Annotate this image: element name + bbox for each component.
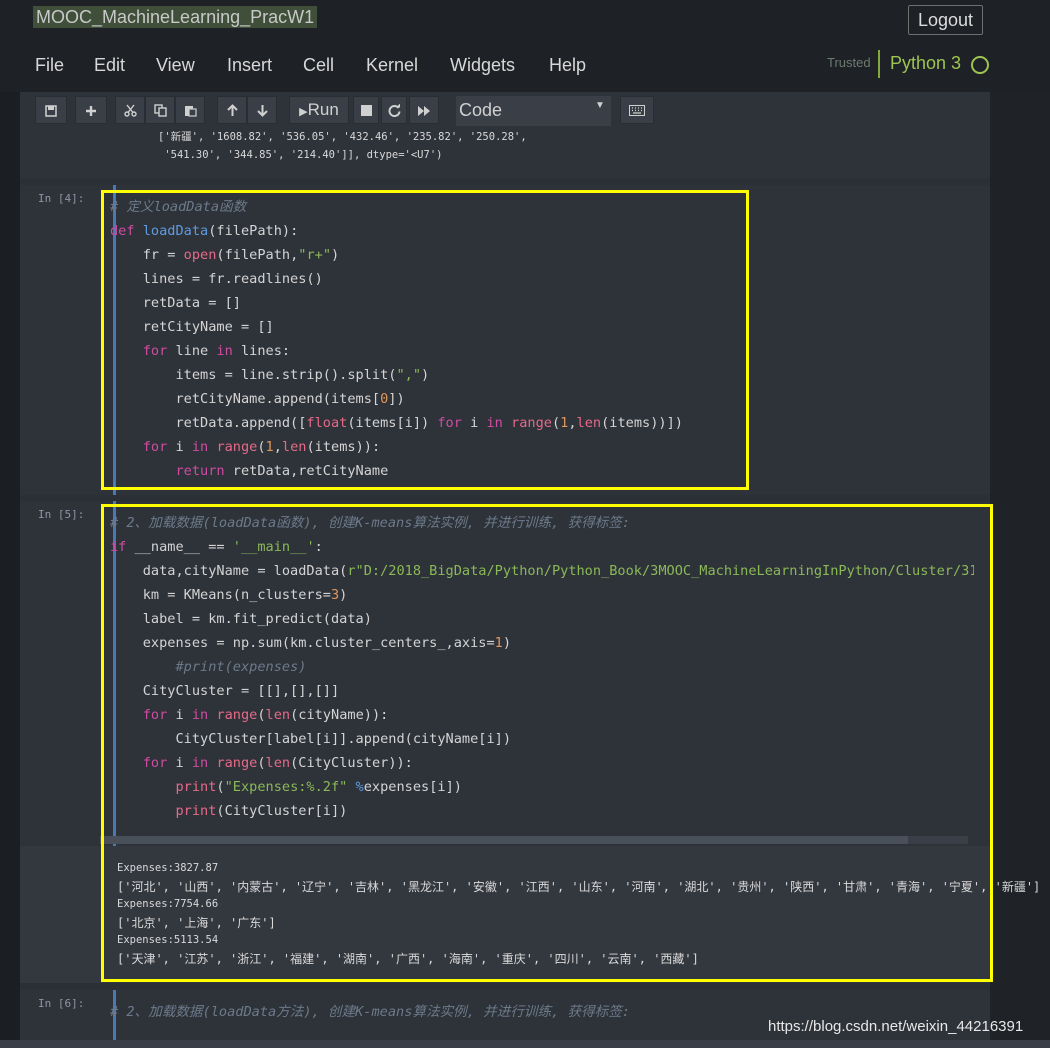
bottom-bar [0, 1040, 1050, 1048]
restart-run-all-button[interactable] [409, 96, 439, 124]
insert-cell-button[interactable] [75, 96, 107, 124]
watermark-url: https://blog.csdn.net/weixin_44216391 [768, 1018, 1024, 1035]
restart-icon [388, 103, 400, 118]
copy-icon [153, 104, 167, 117]
cell-prompt: In [6]: [38, 997, 85, 1010]
kernel-name[interactable]: Python 3 [890, 53, 961, 74]
command-palette-button[interactable] [620, 96, 654, 124]
cell-prompt: In [4]: [38, 192, 85, 205]
menu-view[interactable]: View [156, 55, 195, 76]
run-button[interactable]: ▶Run [289, 96, 349, 124]
kernel-separator [878, 50, 880, 78]
move-up-icon [226, 104, 238, 116]
restart-button[interactable] [381, 96, 407, 124]
interrupt-button[interactable] [353, 96, 379, 124]
stop-icon [360, 105, 372, 116]
previous-output-line-1: ['新疆', '1608.82', '536.05', '432.46', '2… [158, 131, 527, 143]
previous-output-line-2: '541.30', '344.85', '214.40']], dtype='<… [158, 149, 443, 161]
keyboard-icon [629, 105, 645, 116]
menu-help[interactable]: Help [549, 55, 586, 76]
menu-file[interactable]: File [35, 55, 64, 76]
copy-button[interactable] [145, 96, 175, 124]
highlight-box-cell-5 [101, 504, 993, 982]
cell-prompt: In [5]: [38, 508, 85, 521]
cell-type-select[interactable]: Code [456, 96, 611, 126]
cell-6-code[interactable]: # 2、加载数据(loadData方法), 创建K-means算法实例, 并进行… [110, 1000, 630, 1024]
notebook-title[interactable]: MOOC_MachineLearning_PracW1 [33, 6, 318, 28]
move-down-icon [256, 105, 268, 117]
paste-button[interactable] [175, 96, 205, 124]
menu-insert[interactable]: Insert [227, 55, 272, 76]
cut-icon [123, 104, 137, 117]
move-up-button[interactable] [217, 96, 247, 124]
save-button[interactable] [35, 96, 67, 124]
fast-forward-icon [418, 106, 430, 116]
code-line: # 2、加载数据(loadData方法), 创建K-means算法实例, 并进行… [110, 1004, 631, 1020]
move-down-button[interactable] [247, 96, 277, 124]
cut-button[interactable] [115, 96, 145, 124]
kernel-idle-icon [971, 56, 989, 74]
menu-edit[interactable]: Edit [94, 55, 125, 76]
run-icon: ▶ [299, 106, 308, 118]
menu-widgets[interactable]: Widgets [450, 55, 515, 76]
menu-cell[interactable]: Cell [303, 55, 334, 76]
chevron-down-icon: ▼ [595, 100, 605, 111]
right-gutter [990, 92, 1050, 1048]
trusted-indicator[interactable]: Trusted [827, 55, 871, 70]
save-icon [45, 105, 57, 117]
highlight-box-cell-4 [101, 190, 749, 490]
paste-icon [184, 106, 197, 117]
plus-icon [86, 106, 96, 116]
notebook-header: MOOC_MachineLearning_PracW1 Logout File … [0, 0, 1050, 92]
menu-kernel[interactable]: Kernel [366, 55, 418, 76]
logout-button[interactable]: Logout [908, 5, 983, 35]
run-label: Run [307, 100, 339, 119]
